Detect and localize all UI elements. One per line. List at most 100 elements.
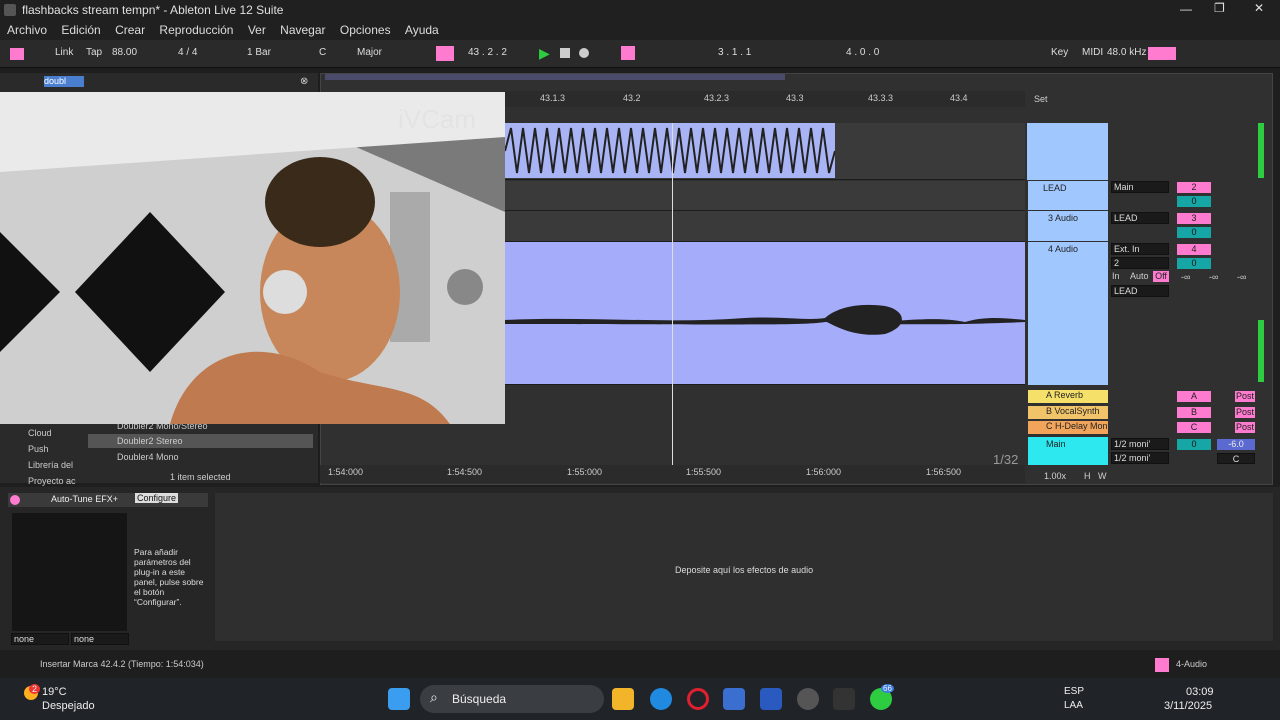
- main-output-2[interactable]: 1/2 moni’: [1111, 452, 1169, 464]
- send-value-c[interactable]: -∞: [1237, 272, 1246, 282]
- browser-cloud[interactable]: Cloud: [28, 428, 52, 438]
- audio3-output-select[interactable]: LEAD: [1111, 212, 1169, 224]
- audio4-pan[interactable]: 0: [1177, 258, 1211, 269]
- browser-project[interactable]: Proyecto ac: [28, 476, 76, 486]
- audio4-track-lane[interactable]: [505, 242, 1025, 385]
- audio4-input-select[interactable]: Ext. In: [1111, 243, 1169, 255]
- h-button[interactable]: H: [1084, 471, 1091, 481]
- key-select[interactable]: C: [319, 47, 326, 58]
- stop-icon[interactable]: [560, 48, 570, 58]
- lead-track-number[interactable]: 2: [1177, 182, 1211, 193]
- opera-icon[interactable]: [687, 688, 709, 710]
- language-code[interactable]: ESP: [1064, 686, 1084, 697]
- overview-bar[interactable]: [325, 74, 785, 80]
- menu-navegar[interactable]: Navegar: [280, 23, 325, 37]
- clear-search-icon[interactable]: ⊗: [300, 76, 308, 87]
- browser-item[interactable]: Doubler4 Mono: [117, 452, 179, 462]
- menu-opciones[interactable]: Opciones: [340, 23, 391, 37]
- time-signature-field[interactable]: 4 / 4: [178, 47, 197, 58]
- w-button[interactable]: W: [1098, 471, 1107, 481]
- automation-arm-icon[interactable]: [621, 46, 635, 60]
- loop-start-field[interactable]: 3 . 1 . 1: [718, 47, 751, 58]
- beat-ruler[interactable]: 43.1.3 43.2 43.2.3 43.3 43.3.3 43.4: [505, 91, 1025, 107]
- position-field[interactable]: 43 . 2 . 2: [468, 47, 507, 58]
- ableton-live-icon[interactable]: [833, 688, 855, 710]
- start-icon[interactable]: [388, 688, 410, 710]
- store-icon[interactable]: [723, 688, 745, 710]
- browser-push[interactable]: Push: [28, 444, 49, 454]
- set-button[interactable]: Set: [1034, 94, 1048, 104]
- audio3-track-number[interactable]: 3: [1177, 213, 1211, 224]
- zoom-value[interactable]: 1.00x: [1044, 471, 1066, 481]
- record-icon[interactable]: [579, 48, 589, 58]
- track-lane-lead-empty[interactable]: [505, 181, 1025, 211]
- obs-icon[interactable]: [797, 688, 819, 710]
- device-power-icon[interactable]: [10, 495, 20, 505]
- audio4-track-number[interactable]: 4: [1177, 244, 1211, 255]
- param-select-2[interactable]: none: [71, 633, 129, 645]
- lead-output-select[interactable]: Main: [1111, 181, 1169, 193]
- menu-crear[interactable]: Crear: [115, 23, 145, 37]
- maximize-icon[interactable]: ❐: [1214, 1, 1225, 15]
- play-icon[interactable]: ▶: [539, 45, 550, 62]
- main-output-1[interactable]: 1/2 moni’: [1111, 438, 1169, 450]
- send-value-a[interactable]: -∞: [1181, 272, 1190, 282]
- main-pan[interactable]: 0: [1177, 439, 1211, 450]
- edge-icon[interactable]: [650, 688, 672, 710]
- return-a-letter[interactable]: A: [1177, 391, 1211, 402]
- plugin-display[interactable]: [12, 513, 127, 631]
- search-box[interactable]: ⌕ Búsqueda: [420, 685, 604, 713]
- lead-pan[interactable]: 0: [1177, 196, 1211, 207]
- return-b-post[interactable]: Post: [1235, 407, 1255, 418]
- link-button[interactable]: Link: [55, 47, 73, 58]
- quantize-select[interactable]: 1 Bar: [247, 47, 271, 58]
- minimize-icon[interactable]: —: [1180, 2, 1192, 16]
- audio4-send-select[interactable]: LEAD: [1111, 285, 1169, 297]
- browser-search-input[interactable]: doubl: [44, 76, 84, 87]
- param-select-1[interactable]: none: [11, 633, 69, 645]
- loop-length-field[interactable]: 4 . 0 . 0: [846, 47, 879, 58]
- clock-time[interactable]: 03:09: [1186, 686, 1214, 698]
- send-value-b[interactable]: -∞: [1209, 272, 1218, 282]
- close-icon[interactable]: ✕: [1254, 1, 1264, 15]
- keyboard-layout[interactable]: LAA: [1064, 700, 1083, 711]
- lead-track-header[interactable]: LEAD: [1028, 181, 1108, 210]
- file-explorer-icon[interactable]: [612, 688, 634, 710]
- return-a-header[interactable]: A Reverb: [1028, 390, 1108, 403]
- audio4-channel-select[interactable]: 2: [1111, 257, 1169, 269]
- lead-track-lane[interactable]: [505, 123, 1025, 180]
- return-c-header[interactable]: C H-Delay Mon: [1028, 421, 1108, 434]
- audio3-pan[interactable]: 0: [1177, 227, 1211, 238]
- tap-button[interactable]: Tap: [86, 47, 102, 58]
- mail-icon[interactable]: [760, 688, 782, 710]
- browser-library[interactable]: Librería del: [28, 460, 73, 470]
- audio3-track-lane[interactable]: [505, 211, 1025, 242]
- return-c-post[interactable]: Post: [1235, 422, 1255, 433]
- configure-button[interactable]: Configure: [135, 493, 179, 503]
- lead-clip[interactable]: [505, 123, 835, 178]
- audio3-track-header[interactable]: 3 Audio: [1028, 211, 1108, 241]
- return-c-letter[interactable]: C: [1177, 422, 1211, 433]
- key-map-button[interactable]: Key: [1051, 47, 1068, 58]
- return-b-letter[interactable]: B: [1177, 407, 1211, 418]
- time-ruler[interactable]: 1:54:000 1:54:500 1:55:000 1:55:500 1:56…: [320, 465, 1025, 483]
- main-track-header[interactable]: Main: [1028, 437, 1108, 465]
- monitor-in-button[interactable]: In: [1112, 271, 1120, 281]
- return-b-header[interactable]: B VocalSynth: [1028, 406, 1108, 419]
- menu-ver[interactable]: Ver: [248, 23, 266, 37]
- midi-map-button[interactable]: MIDI: [1082, 47, 1103, 58]
- menu-edicion[interactable]: Edición: [61, 23, 100, 37]
- menu-reproduccion[interactable]: Reproducción: [159, 23, 233, 37]
- return-a-post[interactable]: Post: [1235, 391, 1255, 402]
- main-volume[interactable]: -6.0: [1217, 439, 1255, 450]
- monitor-off-button[interactable]: Off: [1153, 271, 1169, 282]
- clock-date[interactable]: 3/11/2025: [1164, 700, 1212, 712]
- audio4-track-header[interactable]: 4 Audio: [1028, 242, 1108, 385]
- menu-archivo[interactable]: Archivo: [7, 23, 47, 37]
- menu-ayuda[interactable]: Ayuda: [405, 23, 439, 37]
- view-toggle-icon[interactable]: [10, 48, 24, 60]
- grid-value[interactable]: 1/32: [993, 452, 1018, 467]
- main-c-label[interactable]: C: [1217, 453, 1255, 464]
- scale-select[interactable]: Major: [357, 47, 382, 58]
- monitor-auto-button[interactable]: Auto: [1130, 271, 1149, 281]
